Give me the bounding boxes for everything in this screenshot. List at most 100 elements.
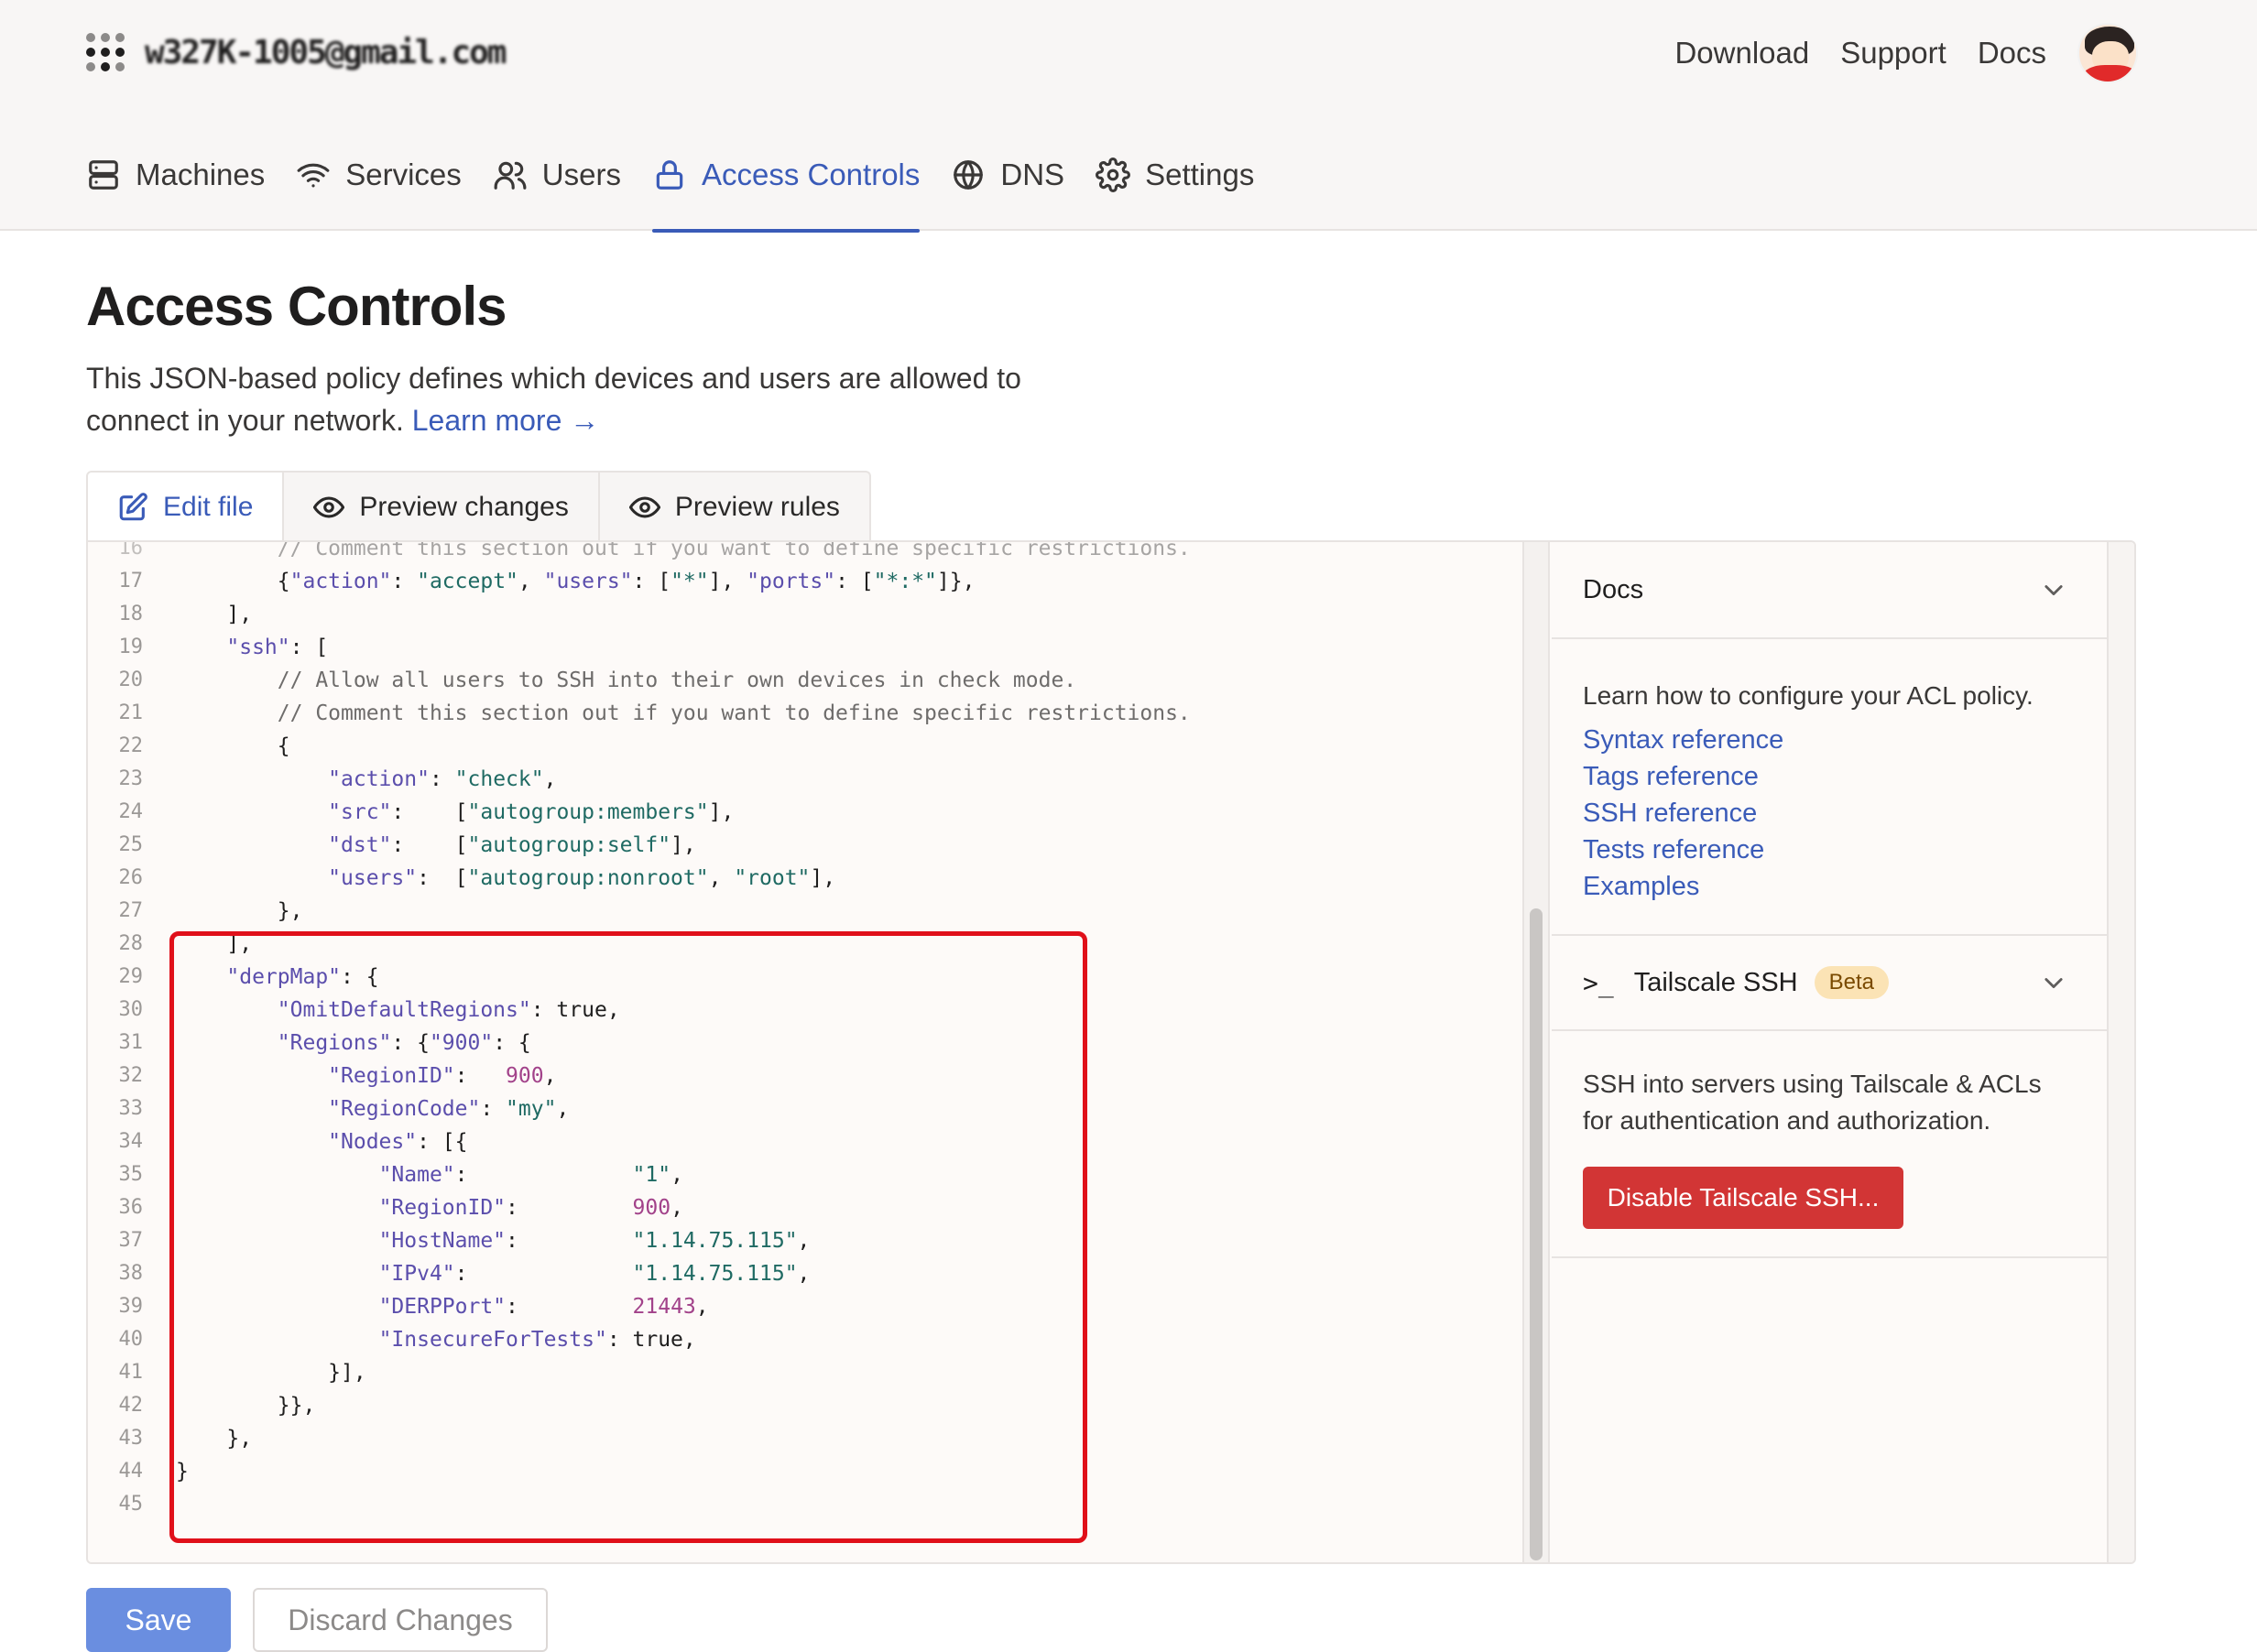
code-line[interactable]: 16 // Comment this section out if you wa… <box>88 542 1191 565</box>
line-number: 19 <box>118 636 144 658</box>
editor-scrollbar-thumb[interactable] <box>1530 908 1543 1560</box>
code-line[interactable]: 20 // Allow all users to SSH into their … <box>88 663 1077 697</box>
save-button[interactable]: Save <box>86 1588 231 1652</box>
code-line[interactable]: 45 <box>88 1487 176 1521</box>
code-text: "action": "check", <box>328 766 557 791</box>
tab-users[interactable]: Users <box>493 145 621 231</box>
gear-icon <box>1096 158 1130 192</box>
code-line[interactable]: 43 }, <box>88 1421 253 1455</box>
line-number: 17 <box>118 570 144 592</box>
code-text: { <box>176 734 290 758</box>
ssh-description: SSH into servers using Tailscale & ACLs … <box>1583 1070 2042 1135</box>
syntax-reference-link[interactable]: Syntax reference <box>1583 725 1783 755</box>
tests-reference-link[interactable]: Tests reference <box>1583 835 1764 865</box>
edit-icon <box>119 493 147 521</box>
line-number: 21 <box>118 701 144 724</box>
download-link[interactable]: Download <box>1674 22 1809 84</box>
line-number: 25 <box>118 833 144 856</box>
tab-label: Access Controls <box>701 158 921 191</box>
line-number: 38 <box>118 1262 144 1285</box>
code-text: "DERPPort": 21443, <box>378 1294 709 1319</box>
code-text: "RegionID": 900, <box>378 1195 683 1220</box>
line-number: 40 <box>118 1328 144 1351</box>
code-text: ], <box>176 931 253 956</box>
page-description: This JSON-based policy defines which dev… <box>86 357 1121 441</box>
code-text: "HostName": "1.14.75.115", <box>378 1228 811 1253</box>
tab-preview-changes[interactable]: Preview changes <box>284 471 600 542</box>
brand[interactable]: w327K-1005@gmail.com <box>86 33 507 71</box>
code-line[interactable]: 38 "IPv4": "1.14.75.115", <box>88 1256 811 1290</box>
ssh-section-header[interactable]: >_ Tailscale SSH Beta <box>1552 934 2107 1031</box>
docs-sidebar: Docs Learn how to configure your ACL pol… <box>1552 542 2107 1562</box>
code-text: {"action": "accept", "users": ["*"], "po… <box>176 569 976 593</box>
line-number: 41 <box>118 1361 144 1384</box>
support-link[interactable]: Support <box>1840 22 1946 84</box>
code-editor[interactable]: 16 // Comment this section out if you wa… <box>88 542 1522 1562</box>
avatar[interactable] <box>2077 23 2138 83</box>
code-line[interactable]: 28 ], <box>88 927 253 961</box>
tab-label: Preview changes <box>359 492 569 522</box>
tab-dns[interactable]: DNS <box>951 145 1064 231</box>
disable-tailscale-ssh-button[interactable]: Disable Tailscale SSH... <box>1583 1167 1903 1229</box>
tab-label: Edit file <box>163 492 254 522</box>
code-line[interactable]: 17 {"action": "accept", "users": ["*"], … <box>88 564 976 598</box>
code-line[interactable]: 31 "Regions": {"900": { <box>88 1026 531 1060</box>
docs-section-header[interactable]: Docs <box>1552 542 2107 639</box>
tab-machines[interactable]: Machines <box>86 145 265 231</box>
code-text: }}, <box>176 1393 316 1418</box>
tab-services[interactable]: Services <box>296 145 462 231</box>
tab-access-controls[interactable]: Access Controls <box>651 145 921 233</box>
code-line[interactable]: 26 "users": ["autogroup:nonroot", "root"… <box>88 861 836 895</box>
wifi-icon <box>297 163 330 188</box>
code-line[interactable]: 22 { <box>88 729 290 763</box>
code-line[interactable]: 34 "Nodes": [{ <box>88 1125 468 1158</box>
code-line[interactable]: 32 "RegionID": 900, <box>88 1059 557 1092</box>
code-line[interactable]: 19 "ssh": [ <box>88 630 329 664</box>
code-line[interactable]: 29 "derpMap": { <box>88 960 379 994</box>
code-line[interactable]: 24 "src": ["autogroup:members"], <box>88 795 735 829</box>
code-line[interactable]: 21 // Comment this section out if you wa… <box>88 696 1191 730</box>
tailscale-logo-icon <box>86 33 125 71</box>
code-line[interactable]: 27 }, <box>88 894 303 928</box>
tab-label: Services <box>345 158 462 191</box>
discard-changes-button[interactable]: Discard Changes <box>253 1588 548 1652</box>
code-line[interactable]: 30 "OmitDefaultRegions": true, <box>88 993 620 1027</box>
tab-settings[interactable]: Settings <box>1096 145 1254 231</box>
code-line[interactable]: 36 "RegionID": 900, <box>88 1190 683 1224</box>
line-number: 45 <box>118 1493 144 1516</box>
code-text: "Name": "1", <box>378 1162 683 1187</box>
sidebar-scrollbar-track[interactable] <box>2107 542 2134 1562</box>
docs-section-title: Docs <box>1583 574 1644 604</box>
code-text: "Nodes": [{ <box>328 1129 468 1154</box>
section-divider <box>1552 1256 2107 1258</box>
examples-link[interactable]: Examples <box>1583 872 1699 902</box>
code-line[interactable]: 42 }}, <box>88 1388 316 1422</box>
docs-intro: Learn how to configure your ACL policy. <box>1583 681 2033 710</box>
code-line[interactable]: 37 "HostName": "1.14.75.115", <box>88 1223 811 1257</box>
code-line[interactable]: 25 "dst": ["autogroup:self"], <box>88 828 696 862</box>
code-line[interactable]: 41 }], <box>88 1355 366 1389</box>
code-text: // Comment this section out if you want … <box>277 542 1191 560</box>
learn-more-link[interactable]: Learn more → <box>412 404 600 437</box>
line-number: 29 <box>118 965 144 988</box>
lock-icon <box>656 160 683 190</box>
code-text: // Comment this section out if you want … <box>277 701 1191 725</box>
tab-edit-file[interactable]: Edit file <box>86 471 285 542</box>
line-number: 39 <box>118 1295 144 1318</box>
code-line[interactable]: 23 "action": "check", <box>88 762 557 796</box>
code-line[interactable]: 39 "DERPPort": 21443, <box>88 1289 709 1323</box>
code-line[interactable]: 18 ], <box>88 597 253 631</box>
code-line[interactable]: 40 "InsecureForTests": true, <box>88 1322 696 1356</box>
line-number: 26 <box>118 866 144 889</box>
code-line[interactable]: 33 "RegionCode": "my", <box>88 1092 570 1125</box>
line-number: 44 <box>118 1460 144 1483</box>
line-number: 24 <box>118 800 144 823</box>
tags-reference-link[interactable]: Tags reference <box>1583 762 1759 792</box>
tab-preview-rules[interactable]: Preview rules <box>599 471 871 542</box>
ssh-reference-link[interactable]: SSH reference <box>1583 799 1757 829</box>
code-line[interactable]: 44} <box>88 1454 189 1488</box>
code-line[interactable]: 35 "Name": "1", <box>88 1157 683 1191</box>
code-text: }, <box>176 1426 253 1451</box>
docs-link[interactable]: Docs <box>1978 22 2046 84</box>
top-header: w327K-1005@gmail.com Download Support Do… <box>0 0 2257 233</box>
